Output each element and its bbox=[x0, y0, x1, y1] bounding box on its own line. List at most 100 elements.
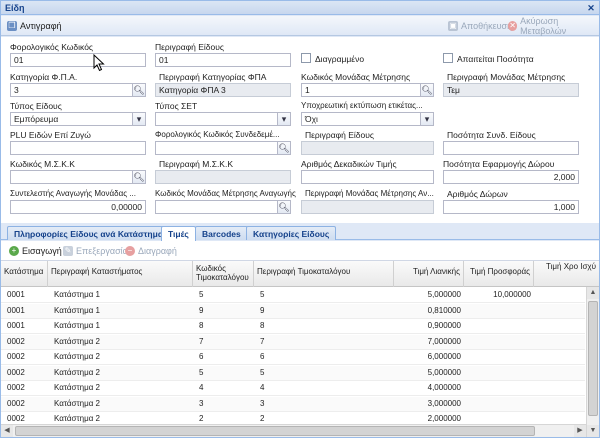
scroll-right-icon[interactable]: ▶ bbox=[574, 425, 586, 437]
scroll-up-icon[interactable]: ▲ bbox=[587, 287, 599, 299]
mandatory-print-chevron-down-icon[interactable]: ▾ bbox=[421, 112, 434, 126]
vat-category-label: Κατηγορία Φ.Π.Α. bbox=[10, 72, 78, 82]
col-time-price[interactable]: Τιμή Χρο Ισχύ bbox=[534, 261, 599, 287]
col-store[interactable]: Κατάστημα bbox=[1, 261, 48, 287]
vat-category-field[interactable]: 3 bbox=[10, 83, 133, 97]
unit-code-field[interactable]: 1 bbox=[301, 83, 421, 97]
scroll-down-icon[interactable]: ▼ bbox=[587, 425, 599, 437]
mskk-code-field[interactable] bbox=[10, 170, 133, 184]
copy-icon: ❐ bbox=[7, 21, 17, 31]
scroll-left-icon[interactable]: ◀ bbox=[1, 425, 13, 437]
main-toolbar: ❐ Αντιγραφή ▣ Αποθήκευση ✕ Ακύρωση Μεταβ… bbox=[1, 16, 599, 36]
vertical-scroll-thumb[interactable] bbox=[588, 301, 598, 416]
col-store-desc[interactable]: Περιγραφή Καταστήματος bbox=[48, 261, 193, 287]
conv-factor-field[interactable]: 0,00000 bbox=[10, 200, 146, 214]
related-tax-code-search-icon[interactable]: 🔍︎ bbox=[278, 141, 291, 155]
close-icon[interactable]: ✕ bbox=[586, 3, 596, 13]
plu-field[interactable] bbox=[10, 141, 146, 155]
item-type-select[interactable]: Εμπόρευμα bbox=[10, 112, 133, 126]
conv-unit-code-field[interactable] bbox=[155, 200, 278, 214]
deleted-checkbox[interactable] bbox=[301, 53, 311, 63]
col-pricelist-desc[interactable]: Περιγραφή Τιμοκαταλόγου bbox=[254, 261, 394, 287]
tab-barcodes[interactable]: Barcodes bbox=[195, 226, 248, 240]
save-button[interactable]: ▣ Αποθήκευση bbox=[448, 19, 512, 33]
table-row[interactable]: 0002 Κατάστημα 2 6 6 6,000000 bbox=[1, 350, 585, 365]
col-pricelist-code[interactable]: Κωδικός Τιμοκαταλόγου bbox=[193, 261, 254, 287]
save-icon: ▣ bbox=[448, 21, 458, 31]
tax-code-field[interactable]: 01 bbox=[10, 53, 146, 67]
cancel-button-label: Ακύρωση Μεταβολών bbox=[520, 16, 567, 36]
cell-pl-code: 3 bbox=[199, 398, 204, 408]
deleted-label: Διαγραμμένο bbox=[315, 54, 365, 64]
unit-desc-label: Περιγραφή Μονάδας Μέτρησης bbox=[447, 72, 566, 82]
table-row[interactable]: 0001 Κατάστημα 1 5 5 5,000000 10,000000 bbox=[1, 288, 585, 303]
mskk-code-search-icon[interactable]: 🔍︎ bbox=[133, 170, 146, 184]
table-row[interactable]: 0001 Κατάστημα 1 9 9 0,810000 bbox=[1, 303, 585, 319]
add-button[interactable]: + Εισαγωγή bbox=[9, 244, 62, 258]
item-form: Φορολογικός Κωδικός 01 Περιγραφή Είδους … bbox=[1, 37, 599, 223]
add-icon: + bbox=[9, 246, 19, 256]
set-type-chevron-down-icon[interactable]: ▾ bbox=[278, 112, 291, 126]
conv-unit-code-search-icon[interactable]: 🔍︎ bbox=[278, 200, 291, 214]
gifts-count-label: Αριθμός Δώρων bbox=[447, 189, 508, 199]
gift-qty-label: Ποσότητα Εφαρμογής Δώρου bbox=[443, 159, 555, 169]
table-row[interactable]: 0002 Κατάστημα 2 3 3 3,000000 bbox=[1, 396, 585, 412]
cell-store: 0002 bbox=[7, 383, 25, 392]
col-offer-price[interactable]: Τιμή Προσφοράς bbox=[464, 261, 534, 287]
horizontal-scroll-thumb[interactable] bbox=[15, 426, 535, 436]
cell-pl-desc: 5 bbox=[260, 290, 265, 299]
cell-store-desc: Κατάστημα 2 bbox=[54, 367, 100, 377]
cell-store-desc: Κατάστημα 2 bbox=[54, 398, 100, 408]
requires-qty-checkbox[interactable] bbox=[443, 53, 453, 63]
cell-store: 0001 bbox=[7, 321, 25, 330]
cell-pl-code: 4 bbox=[199, 383, 204, 392]
edit-button-label: Επεξεργασία bbox=[76, 246, 128, 256]
cell-retail: 5,000000 bbox=[427, 290, 461, 299]
unit-code-search-icon[interactable]: 🔍︎ bbox=[421, 83, 434, 97]
gift-qty-field[interactable]: 2,000 bbox=[443, 170, 579, 184]
mandatory-print-select[interactable]: Όχι bbox=[301, 112, 421, 126]
table-row[interactable]: 0002 Κατάστημα 2 4 4 4,000000 bbox=[1, 381, 585, 396]
edit-button[interactable]: ✎ Επεξεργασία bbox=[63, 244, 128, 258]
delete-button[interactable]: − Διαγραφή bbox=[125, 244, 177, 258]
set-type-label: Τύπος ΣΕΤ bbox=[155, 101, 198, 111]
set-type-select[interactable] bbox=[155, 112, 278, 126]
mskk-desc-label: Περιγραφή Μ.Σ.Κ.Κ bbox=[159, 159, 234, 169]
copy-button[interactable]: ❐ Αντιγραφή bbox=[7, 19, 62, 33]
unit-desc-field: Τεμ bbox=[443, 83, 579, 97]
description-label: Περιγραφή Είδους bbox=[155, 42, 225, 52]
cell-store: 0001 bbox=[7, 290, 25, 299]
items-window: Είδη ✕ ❐ Αντιγραφή ▣ Αποθήκευση ✕ Ακύρωσ… bbox=[0, 0, 600, 438]
cell-store: 0002 bbox=[7, 367, 25, 377]
tab-item-categories[interactable]: Κατηγορίες Είδους bbox=[246, 226, 337, 240]
cell-offer bbox=[464, 366, 534, 381]
table-row[interactable]: 0001 Κατάστημα 1 8 8 0,900000 bbox=[1, 319, 585, 334]
vertical-scrollbar[interactable]: ▲ ▼ bbox=[586, 287, 599, 437]
cell-pl-desc: 5 bbox=[260, 367, 265, 377]
related-tax-code-field[interactable] bbox=[155, 141, 278, 155]
vat-category-desc-label: Περιγραφή Κατηγορίας ΦΠΑ bbox=[159, 72, 267, 82]
cell-offer bbox=[464, 397, 534, 412]
related-qty-field[interactable] bbox=[443, 141, 579, 155]
tab-store-info[interactable]: Πληροφορίες Είδους ανά Κατάστημα bbox=[7, 226, 171, 240]
unit-code-label: Κωδικός Μονάδας Μέτρησης bbox=[301, 72, 411, 82]
gifts-count-field[interactable]: 1,000 bbox=[443, 200, 579, 214]
item-type-chevron-down-icon[interactable]: ▾ bbox=[133, 112, 146, 126]
cancel-changes-button[interactable]: ✕ Ακύρωση Μεταβολών bbox=[508, 16, 599, 36]
grid-header: Κατάστημα Περιγραφή Καταστήματος Κωδικός… bbox=[1, 261, 599, 287]
table-row[interactable]: 0002 Κατάστημα 2 5 5 5,000000 bbox=[1, 365, 585, 381]
table-row[interactable]: 0002 Κατάστημα 2 7 7 7,000000 bbox=[1, 334, 585, 350]
horizontal-scrollbar[interactable]: ◀ ▶ bbox=[1, 424, 586, 437]
description-field[interactable]: 01 bbox=[155, 53, 291, 67]
window-titlebar[interactable]: Είδη ✕ bbox=[1, 1, 599, 15]
cell-store: 0002 bbox=[7, 336, 25, 346]
cell-offer bbox=[464, 350, 534, 365]
vat-category-search-icon[interactable]: 🔍︎ bbox=[133, 83, 146, 97]
cell-store-desc: Κατάστημα 2 bbox=[54, 352, 100, 361]
col-retail-price[interactable]: Τιμή Λιανικής bbox=[394, 261, 464, 287]
decimals-field[interactable] bbox=[301, 170, 434, 184]
add-button-label: Εισαγωγή bbox=[22, 246, 62, 256]
tab-prices[interactable]: Τιμές bbox=[161, 226, 196, 241]
cell-pl-desc: 3 bbox=[260, 398, 265, 408]
tabs-bar: Πληροφορίες Είδους ανά Κατάστημα Τιμές B… bbox=[1, 223, 599, 241]
